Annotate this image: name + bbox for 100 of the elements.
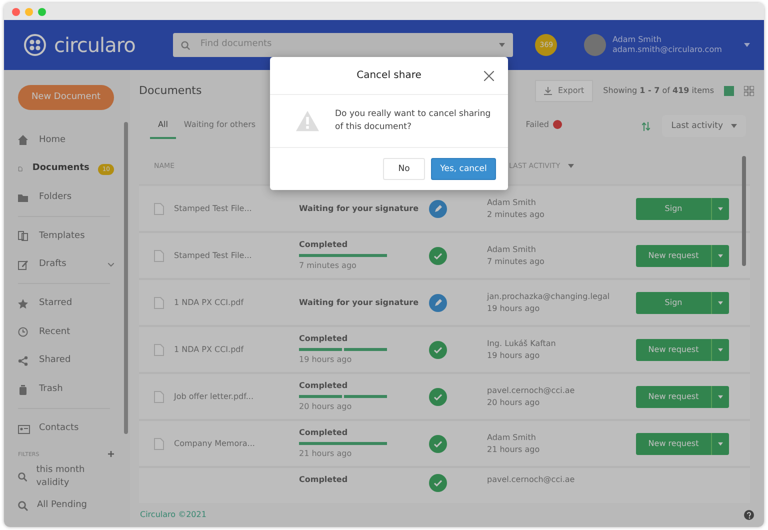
sidebar-item[interactable]: Home	[18, 126, 114, 155]
sidebar-item[interactable]: Folders	[18, 183, 114, 212]
download-icon	[544, 87, 552, 95]
caret-icon	[718, 394, 723, 398]
dialog-message: Do you really want to cancel sharing of this document?	[335, 108, 492, 134]
add-icon[interactable]	[108, 450, 114, 457]
file-name[interactable]: 1 NDA PX CCI.pdf	[174, 296, 244, 308]
sidebar-item[interactable]: Contacts	[18, 414, 114, 443]
caret-icon	[718, 254, 723, 258]
window-control-dot[interactable]	[38, 8, 46, 16]
caret-icon	[718, 348, 723, 352]
actor-name: Ing. Lukáš Kaftan	[487, 338, 557, 350]
file-icon	[154, 296, 164, 308]
activity-time: 2 minutes ago	[487, 208, 546, 220]
help-icon[interactable]	[744, 510, 754, 520]
confirm-button[interactable]: Yes, cancel	[431, 158, 496, 180]
templates-icon	[18, 231, 30, 242]
tab[interactable]: Failed	[518, 113, 570, 139]
sidebar-item[interactable]: Shared	[18, 346, 114, 376]
dropdown-toggle-button[interactable]	[711, 338, 729, 360]
activity-time: 19 hours ago	[487, 350, 541, 361]
dropdown-toggle-button[interactable]	[711, 292, 729, 314]
status-text: Completed	[299, 427, 349, 439]
page-title: Documents	[139, 82, 202, 99]
activity-time: 20 hours ago	[487, 396, 541, 408]
status-time: 21 hours ago	[299, 448, 353, 460]
activity-time: 19 hours ago	[487, 302, 541, 314]
file-icon	[154, 438, 164, 450]
file-icon	[154, 344, 164, 356]
action-button[interactable]: Sign	[636, 292, 711, 314]
actor-name: Adam Smith	[487, 244, 537, 256]
star-icon	[18, 298, 30, 309]
search-input[interactable]: Find documents	[198, 37, 492, 53]
caret-icon	[718, 442, 723, 446]
cancel-button[interactable]: No	[383, 158, 425, 180]
file-name[interactable]: Stamped Test File...	[174, 250, 252, 262]
file-icon	[154, 202, 164, 214]
status-text: Completed	[299, 239, 349, 251]
caret-icon[interactable]	[744, 43, 750, 47]
folder-icon	[18, 192, 30, 203]
caret-icon[interactable]	[499, 43, 506, 47]
window-control-dot[interactable]	[12, 8, 20, 16]
actor-name: jan.prochazka@changing.legal	[487, 291, 611, 302]
tab[interactable]: All	[150, 113, 176, 139]
file-name[interactable]: Stamped Test File...	[174, 202, 252, 214]
home-icon	[18, 135, 30, 146]
sidebar-item[interactable]: Drafts	[18, 250, 114, 280]
status-time: 20 hours ago	[299, 401, 353, 413]
caret-icon	[568, 164, 574, 168]
dropdown-toggle-button[interactable]	[711, 432, 729, 454]
chevron-icon[interactable]	[108, 263, 114, 268]
caret-icon	[718, 300, 723, 304]
dropdown-toggle-button[interactable]	[711, 244, 729, 266]
window-control-dot[interactable]	[25, 8, 33, 16]
contact-card-icon	[18, 424, 30, 434]
clock-icon	[18, 327, 30, 338]
close-icon	[484, 71, 494, 81]
share-icon	[18, 356, 30, 366]
caret-icon	[731, 124, 737, 128]
actor-name: Adam Smith	[487, 432, 537, 444]
file-name[interactable]: Job offer letter.pdf...	[174, 390, 254, 402]
sort-icon[interactable]	[642, 122, 650, 130]
action-button[interactable]: New request	[636, 244, 711, 266]
filter-item[interactable]: this month validity	[18, 463, 114, 492]
file-name[interactable]: Company Memora...	[174, 438, 255, 450]
actor-name: Adam Smith	[487, 197, 537, 208]
action-button[interactable]: New request	[636, 338, 711, 360]
sidebar-item[interactable]: Trash	[18, 376, 114, 404]
status-text: Waiting for your signature	[299, 296, 420, 308]
close-button[interactable]	[484, 70, 496, 82]
sort-dropdown[interactable]: Last activity	[662, 114, 746, 138]
dropdown-toggle-button[interactable]	[711, 386, 729, 408]
new-document-button[interactable]: New Document	[18, 85, 114, 110]
export-button[interactable]: Export	[534, 80, 594, 102]
status-time: 19 hours ago	[299, 354, 353, 366]
file-icon	[154, 250, 164, 262]
action-button[interactable]: Sign	[636, 198, 711, 220]
file-name[interactable]: 1 NDA PX CCI.pdf	[174, 344, 244, 356]
action-button[interactable]: New request	[636, 386, 711, 408]
search-field[interactable]: Find documents	[173, 33, 514, 57]
logo-icon	[24, 34, 46, 56]
user-email: adam.smith@circularo.com	[612, 45, 722, 55]
tab[interactable]: Waiting for others	[176, 113, 264, 139]
document-icon	[18, 164, 24, 174]
activity-time: 21 hours ago	[487, 444, 541, 455]
sidebar-item[interactable]: Templates	[18, 222, 114, 251]
user-name: Adam Smith	[612, 35, 662, 45]
status-text: Completed	[299, 333, 349, 345]
actor-name: pavel.cernoch@cci.ae	[487, 474, 576, 486]
action-button[interactable]: New request	[636, 432, 711, 454]
sidebar-item[interactable]: Recent	[18, 318, 114, 347]
logo-text: circularo	[54, 32, 136, 59]
filter-item[interactable]: All Pending	[18, 492, 114, 520]
grid-view-icon[interactable]	[744, 86, 754, 96]
avatar[interactable]	[584, 34, 606, 56]
search-icon	[18, 472, 28, 482]
dropdown-toggle-button[interactable]	[711, 198, 729, 220]
sidebar-item[interactable]: Starred	[18, 289, 114, 318]
status-time: 7 minutes ago	[299, 260, 358, 272]
file-icon	[154, 390, 164, 402]
